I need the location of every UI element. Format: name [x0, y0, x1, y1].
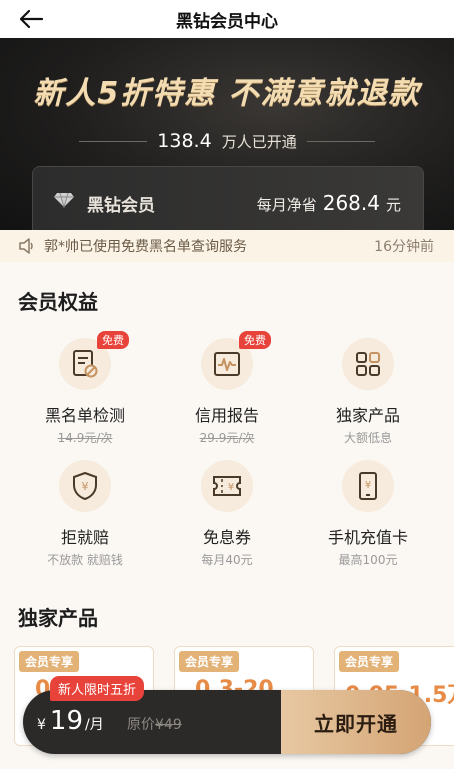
- benefit-interest-free-coupon[interactable]: ¥ 免息券 每月40元: [162, 460, 292, 568]
- membership-name: 黑钻会员: [87, 196, 155, 216]
- benefit-icon-wrap: 免费: [201, 331, 271, 390]
- benefit-label: 黑名单检测: [44, 406, 125, 425]
- shield-yen-icon: ¥: [73, 471, 97, 501]
- free-badge: 免费: [97, 331, 129, 349]
- benefit-phone-recharge[interactable]: ¥ 手机充值卡 最高100元: [303, 460, 433, 568]
- benefit-icon-wrap: ¥: [59, 460, 111, 512]
- back-button[interactable]: [14, 4, 48, 34]
- currency-symbol: ¥: [37, 717, 46, 733]
- benefit-sub: 每月40元: [201, 553, 253, 567]
- benefit-label: 拒就赔: [60, 528, 109, 547]
- grid-apps-icon: [356, 352, 380, 376]
- current-price: ¥ 19 /月: [37, 706, 104, 736]
- original-price-value: ¥49: [155, 717, 182, 733]
- monthly-savings: 每月净省 268.4 元: [257, 191, 401, 215]
- phone-yen-icon: ¥: [359, 472, 377, 500]
- products-title: 独家产品: [18, 606, 98, 630]
- benefit-label: 免息券: [202, 528, 251, 547]
- page-title: 黑钻会员中心: [176, 11, 278, 32]
- benefit-sub: 大额低息: [343, 431, 392, 445]
- divider: [79, 140, 148, 142]
- member-exclusive-tag: 会员专享: [339, 651, 400, 672]
- price-unit: /月: [85, 717, 104, 733]
- promo-badge: 新人限时五折: [50, 676, 145, 701]
- benefit-label: 独家产品: [335, 406, 400, 425]
- benefit-exclusive-products[interactable]: 独家产品 大额低息: [303, 338, 433, 446]
- svg-text:¥: ¥: [365, 480, 371, 491]
- notice-time: 16分钟前: [374, 239, 434, 255]
- benefit-icon-wrap: [342, 338, 394, 390]
- benefit-blacklist-check[interactable]: 免费 黑名单检测 14.9元/次: [20, 331, 150, 446]
- savings-unit: 元: [385, 196, 401, 214]
- document-forbidden-icon: [73, 350, 98, 378]
- benefit-original-price: 14.9元/次: [57, 431, 113, 445]
- benefits-title: 会员权益: [18, 290, 98, 314]
- benefit-icon-wrap: ¥: [201, 460, 253, 512]
- benefit-original-price: 29.9元/次: [199, 431, 255, 445]
- svg-text:¥: ¥: [228, 482, 234, 493]
- benefit-refuse-compensate[interactable]: ¥ 拒就赔 不放款 就赔钱: [20, 460, 150, 568]
- hero-banner: 新人5折特惠 不满意就退款 138.4 万人已开通 黑钻会员 每月净省 268.…: [0, 38, 454, 230]
- benefit-credit-report[interactable]: 免费 信用报告 29.9元/次: [162, 331, 292, 446]
- arrow-left-icon: [19, 9, 44, 29]
- benefit-sub: 不放款 就赔钱: [47, 553, 123, 567]
- svg-text:¥: ¥: [82, 480, 89, 493]
- price-value: 19: [49, 706, 84, 736]
- top-nav: 黑钻会员中心: [0, 0, 454, 38]
- divider: [306, 140, 375, 142]
- promo-headline: 新人5折特惠 不满意就退款: [33, 76, 421, 111]
- original-price-label: 原价: [127, 717, 155, 733]
- activate-now-button[interactable]: 立即开通: [281, 690, 431, 754]
- benefit-label: 手机充值卡: [327, 528, 408, 547]
- benefit-sub: 最高100元: [338, 553, 398, 567]
- subscriber-count-label: 万人已开通: [221, 132, 297, 151]
- member-exclusive-tag: 会员专享: [19, 651, 80, 672]
- member-exclusive-tag: 会员专享: [179, 651, 240, 672]
- savings-amount: 268.4: [322, 191, 380, 215]
- coupon-icon: ¥: [213, 476, 241, 496]
- credit-report-icon: [214, 352, 240, 376]
- notice-text: 郭*帅已使用免费黑名单查询服务: [44, 239, 247, 255]
- speaker-icon: [19, 238, 33, 254]
- benefit-label: 信用报告: [194, 406, 259, 425]
- activity-notice: 郭*帅已使用免费黑名单查询服务 16分钟前: [0, 230, 454, 262]
- free-badge: 免费: [239, 331, 271, 349]
- benefit-icon-wrap: ¥: [342, 460, 394, 512]
- membership-card: 黑钻会员 每月净省 268.4 元: [32, 166, 424, 230]
- subscriber-count: 138.4 万人已开通: [0, 130, 454, 152]
- savings-label: 每月净省: [256, 196, 317, 214]
- subscriber-count-number: 138.4: [157, 130, 212, 152]
- benefit-icon-wrap: 免费: [59, 331, 129, 390]
- diamond-icon: [54, 192, 74, 208]
- original-price: 原价¥49: [127, 714, 182, 734]
- page: 黑钻会员中心 新人5折特惠 不满意就退款 138.4 万人已开通 黑钻会员 每月…: [0, 0, 454, 769]
